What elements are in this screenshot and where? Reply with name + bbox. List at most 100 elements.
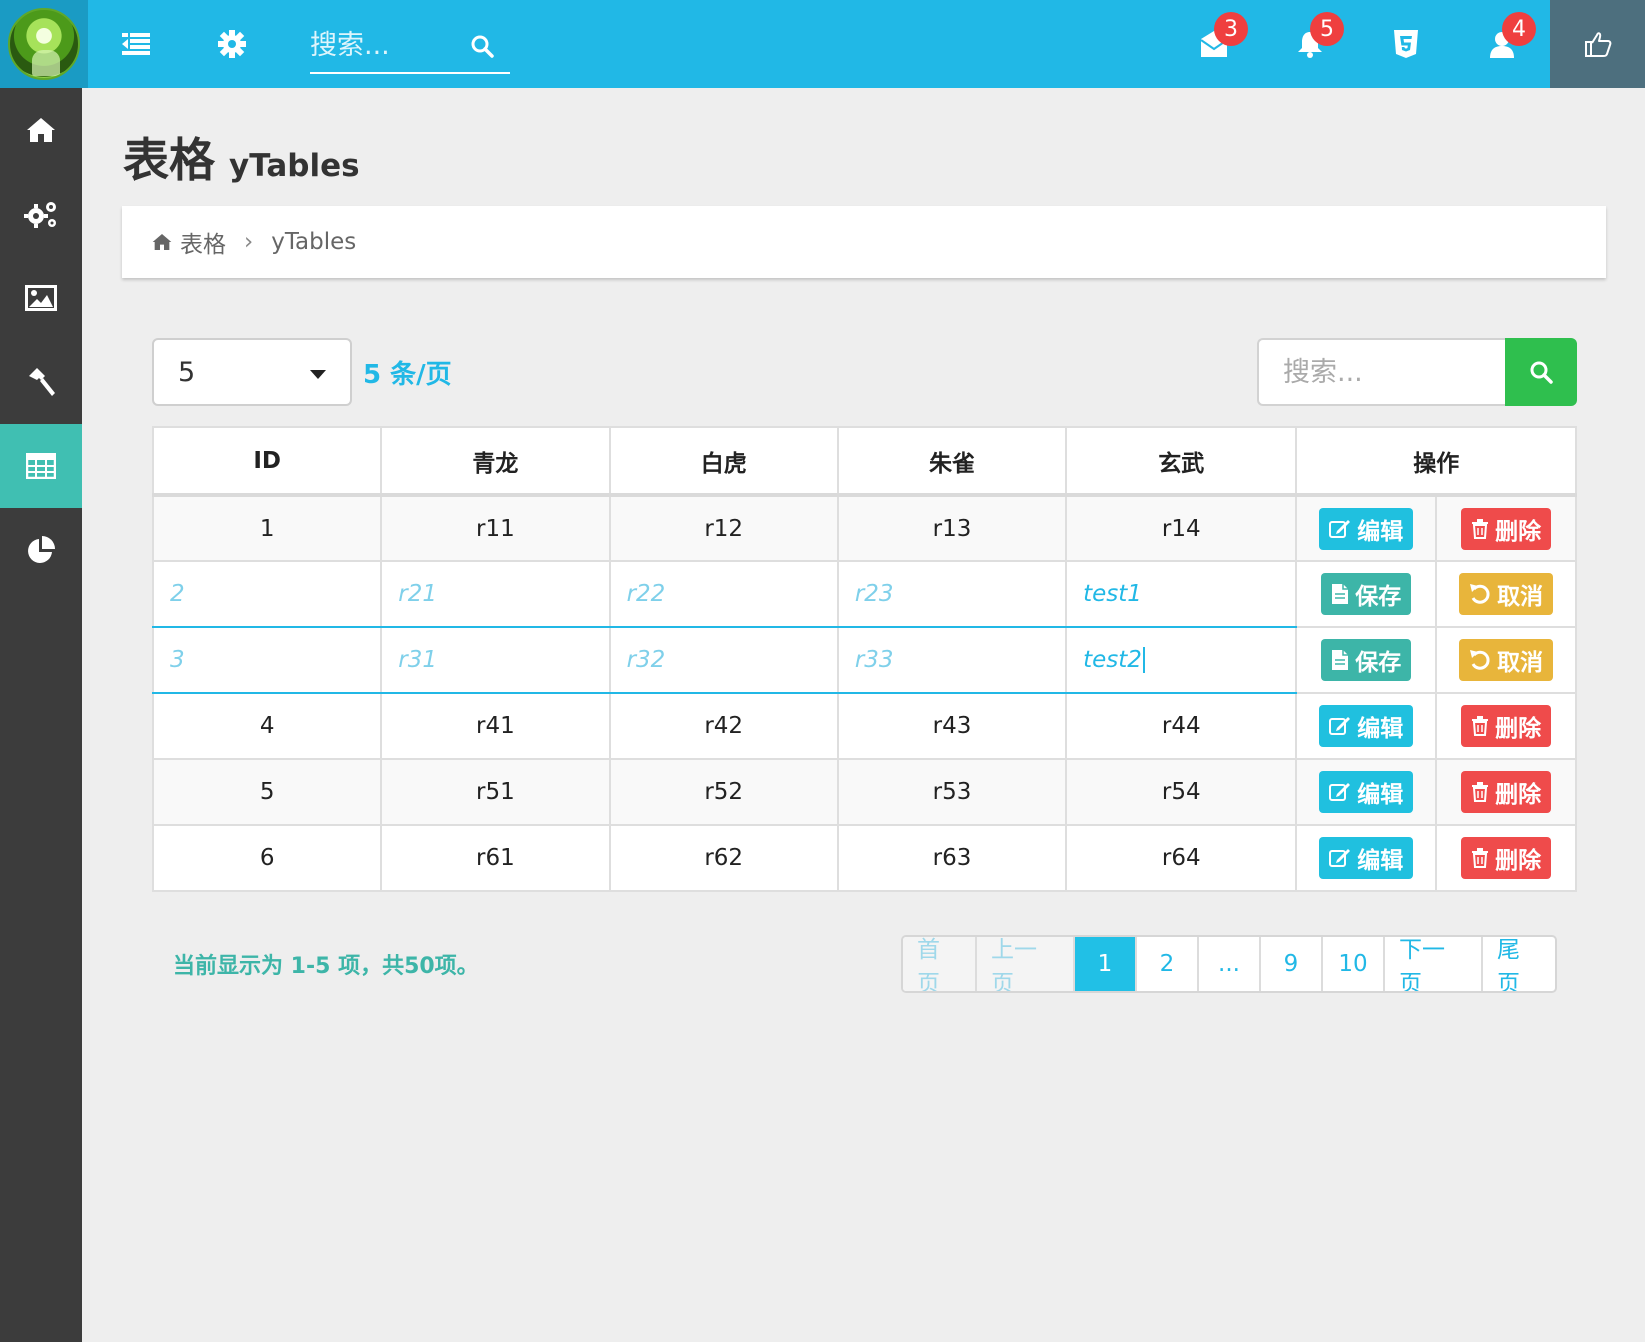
column-header-id[interactable]: ID: [151, 426, 383, 497]
cell-qinglong: r61: [380, 824, 611, 892]
page-2[interactable]: 2: [1137, 937, 1199, 991]
edit-button[interactable]: 编辑: [1319, 771, 1414, 813]
gear-icon[interactable]: [210, 22, 254, 66]
page-prev[interactable]: 上一页: [977, 937, 1075, 991]
sidebar-item-charts[interactable]: [0, 508, 82, 592]
table-info: 当前显示为 1-5 项，共50项。: [173, 954, 479, 979]
column-header-actions: 操作: [1295, 426, 1577, 497]
logo-area[interactable]: [0, 0, 88, 88]
edit-field-id[interactable]: 2: [151, 560, 383, 628]
delete-label: 删除: [1495, 716, 1542, 742]
menu-toggle-icon[interactable]: [114, 22, 158, 66]
thumbs-up-button[interactable]: [1550, 0, 1645, 88]
edit-label: 编辑: [1357, 716, 1404, 742]
table-row: 1 r11 r12 r13 r14 编辑 删除: [151, 494, 1577, 562]
page-title: 表格 yTables: [123, 124, 360, 190]
edit-field-zhuque[interactable]: r33: [836, 626, 1068, 694]
page-1[interactable]: 1: [1075, 937, 1137, 991]
breadcrumb-current: yTables: [271, 229, 357, 255]
edit-field-xuanwu[interactable]: test1: [1065, 560, 1298, 628]
breadcrumb-home-link[interactable]: 表格: [180, 225, 226, 259]
page-title-main: 表格: [123, 133, 215, 187]
edit-label: 编辑: [1357, 848, 1404, 874]
cell-xuanwu: r44: [1065, 692, 1298, 760]
home-icon: [152, 234, 172, 250]
page-9[interactable]: 9: [1261, 937, 1323, 991]
sidebar-item-images[interactable]: [0, 256, 82, 340]
page-last[interactable]: 尾页: [1483, 937, 1555, 991]
cancel-label: 取消: [1497, 584, 1544, 610]
per-page-label: 5 条/页: [363, 360, 452, 390]
column-header-baihu[interactable]: 白虎: [608, 426, 839, 497]
page-size-value: 5: [178, 356, 196, 388]
edit-button[interactable]: 编辑: [1319, 507, 1414, 550]
delete-button[interactable]: 删除: [1461, 837, 1552, 879]
file-icon: [1332, 650, 1349, 670]
cancel-button[interactable]: 取消: [1459, 573, 1554, 615]
gears-icon: [24, 202, 56, 228]
table-search-button[interactable]: [1505, 338, 1577, 406]
edit-icon: [1329, 519, 1351, 538]
page-size-select[interactable]: 5: [152, 338, 352, 406]
cancel-button[interactable]: 取消: [1459, 639, 1554, 681]
cell-id: 4: [151, 692, 383, 760]
cell-xuanwu: r64: [1065, 824, 1298, 892]
mail-button[interactable]: 3: [1192, 12, 1248, 66]
search-icon[interactable]: [462, 26, 502, 66]
page-subtitle: yTables: [229, 148, 360, 184]
delete-button[interactable]: 删除: [1461, 705, 1552, 747]
save-button[interactable]: 保存: [1321, 639, 1412, 681]
delete-label: 删除: [1495, 782, 1542, 808]
action-cell: 删除: [1435, 692, 1577, 760]
avatar[interactable]: [8, 8, 80, 80]
search-icon: [1530, 361, 1553, 384]
table-row: 4 r41 r42 r43 r44 编辑 删除: [151, 692, 1577, 760]
table-search: [1257, 338, 1577, 406]
cell-xuanwu: r14: [1065, 494, 1298, 562]
page-first[interactable]: 首页: [903, 937, 977, 991]
cell-baihu: r42: [608, 692, 839, 760]
html5-button[interactable]: [1384, 22, 1428, 66]
edit-field-xuanwu-active[interactable]: test2: [1065, 626, 1298, 694]
edit-button[interactable]: 编辑: [1319, 705, 1414, 747]
edit-field-qinglong[interactable]: r31: [380, 626, 611, 694]
edit-button[interactable]: 编辑: [1319, 837, 1414, 879]
top-search-input[interactable]: [310, 20, 460, 70]
delete-button[interactable]: 删除: [1461, 771, 1552, 813]
delete-label: 删除: [1495, 848, 1542, 874]
column-header-qinglong[interactable]: 青龙: [380, 426, 611, 497]
edit-field-zhuque[interactable]: r23: [836, 560, 1068, 628]
cell-zhuque: r43: [836, 692, 1068, 760]
page-next[interactable]: 下一页: [1385, 937, 1483, 991]
column-header-zhuque[interactable]: 朱雀: [836, 426, 1068, 497]
table-search-input[interactable]: [1257, 338, 1505, 406]
trash-icon: [1472, 782, 1489, 802]
cancel-label: 取消: [1497, 650, 1544, 676]
sidebar-item-tables[interactable]: [0, 424, 82, 508]
breadcrumb: 表格 › yTables: [122, 206, 1606, 278]
delete-button[interactable]: 删除: [1461, 507, 1552, 550]
cell-xuanwu: r54: [1065, 758, 1298, 826]
sidebar-item-home[interactable]: [0, 88, 82, 172]
delete-label: 删除: [1495, 518, 1542, 545]
edit-field-id[interactable]: 3: [151, 626, 383, 694]
edit-field-baihu[interactable]: r22: [608, 560, 839, 628]
trash-icon: [1472, 848, 1489, 868]
save-button[interactable]: 保存: [1321, 573, 1412, 615]
edit-field-baihu[interactable]: r32: [608, 626, 839, 694]
page-10[interactable]: 10: [1323, 937, 1385, 991]
sidebar-item-settings[interactable]: [0, 172, 82, 256]
user-button[interactable]: 4: [1480, 12, 1536, 66]
table-icon: [26, 453, 56, 479]
sidebar-item-tools[interactable]: [0, 340, 82, 424]
column-header-xuanwu[interactable]: 玄武: [1065, 426, 1298, 497]
mail-badge: 3: [1214, 12, 1248, 46]
notifications-button[interactable]: 5: [1288, 12, 1344, 66]
undo-icon: [1470, 584, 1490, 604]
edit-field-xuanwu-value: test2: [1083, 647, 1145, 673]
save-label: 保存: [1355, 584, 1402, 610]
edit-field-qinglong[interactable]: r21: [380, 560, 611, 628]
pie-chart-icon: [28, 536, 55, 563]
table-row: 5 r51 r52 r53 r54 编辑 删除: [151, 758, 1577, 826]
cell-zhuque: r13: [836, 494, 1068, 562]
